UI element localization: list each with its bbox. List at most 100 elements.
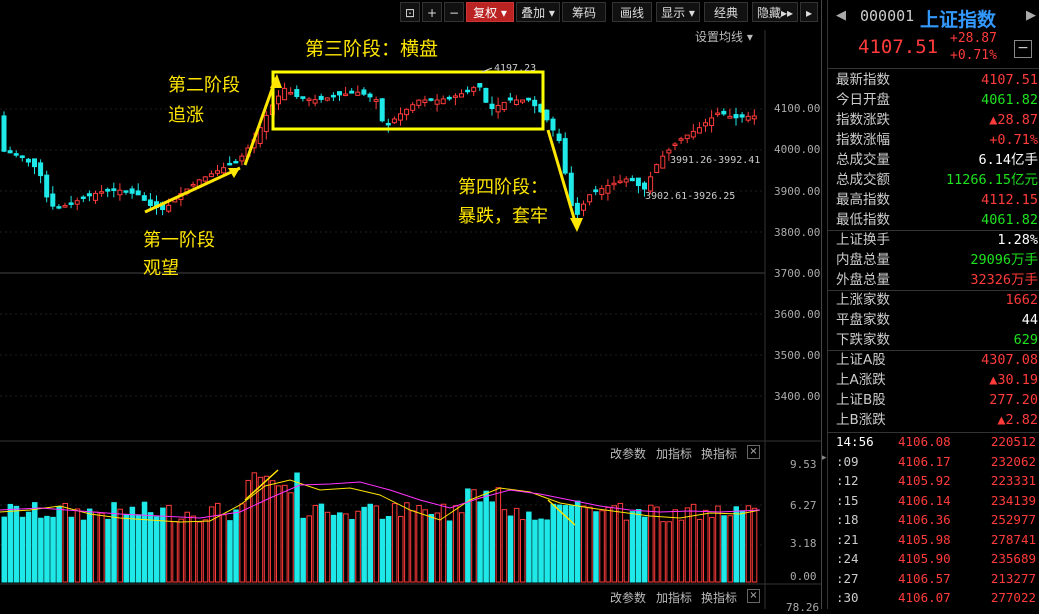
candle-body	[117, 189, 123, 196]
candle-body	[367, 93, 373, 98]
volume-bar	[452, 505, 459, 583]
candle-body	[221, 167, 227, 174]
candle-body	[501, 101, 507, 111]
bottom-add-indicator-link[interactable]: 加指标	[656, 589, 692, 606]
candle-body	[13, 153, 19, 156]
candle-body	[672, 143, 678, 146]
candle-body	[727, 115, 733, 119]
quote-row-value: 29096万手	[970, 252, 1038, 268]
volume-bar	[568, 505, 575, 583]
candle-body	[422, 99, 428, 104]
volume-bar	[361, 506, 367, 583]
candle-body	[129, 188, 135, 194]
quote-row: 上A涨跌 ▲30.19	[836, 370, 1039, 390]
quote-row-label: 指数涨幅	[836, 132, 890, 148]
candle-body	[38, 162, 44, 177]
zoom-in-icon[interactable]: +	[422, 2, 442, 22]
lock-icon[interactable]: ⊡	[400, 2, 420, 22]
quote-row-value: 4112.15	[981, 192, 1038, 208]
volume-bar	[86, 508, 93, 583]
fuquan-label: 复权	[473, 6, 498, 20]
volume-bar	[648, 504, 654, 583]
volume-bar	[446, 520, 453, 583]
volume-switch-indicator-link[interactable]: 换指标	[701, 445, 737, 462]
candle-body	[80, 196, 86, 200]
candle-body	[324, 97, 330, 101]
quote-row-value: 44	[1021, 312, 1038, 328]
volume-bar	[495, 487, 502, 583]
volume-edit-params-link[interactable]: 改参数	[610, 445, 646, 462]
quote-row-label: 外盘总量	[836, 272, 890, 288]
hide-label: 隐藏	[756, 6, 781, 20]
candle-body	[135, 190, 141, 196]
candle-body	[208, 173, 214, 178]
tick-row: :24 4105.90 235689	[836, 549, 1039, 568]
candle-body	[550, 118, 556, 131]
volume-bar	[288, 492, 294, 583]
kline-chart[interactable]: 4197.23 3991.26-3992.41 3902.61-3926.25	[0, 0, 822, 609]
tick-row: :09 4106.17 232062	[836, 452, 1039, 471]
candle-body	[349, 90, 355, 94]
hide-button[interactable]: 隐藏▸▸	[752, 2, 798, 22]
y-tick: 3800.00	[774, 226, 821, 239]
kline-chart-area[interactable]: 4197.23 3991.26-3992.41 3902.61-3926.25 …	[0, 0, 822, 614]
quote-row-label: 总成交量	[836, 152, 890, 168]
volume-bar	[538, 518, 544, 583]
quote-row: 最新指数 4107.51	[836, 70, 1039, 90]
volume-bar	[1, 516, 7, 583]
quote-row-label: 今日开盘	[836, 92, 890, 108]
quote-row-label: 最新指数	[836, 72, 890, 88]
zoom-out-icon[interactable]: −	[444, 2, 464, 22]
ma-setting-link[interactable]: 设置均线 ▾	[695, 28, 753, 45]
fuquan-button[interactable]: 复权 ▾	[466, 2, 514, 22]
volume-bar	[221, 514, 227, 583]
candle-body	[166, 204, 172, 212]
display-button[interactable]: 显示 ▾	[656, 2, 700, 22]
quote-row-value: 4061.82	[981, 92, 1038, 108]
volume-bar	[513, 507, 520, 583]
volume-bar	[227, 520, 233, 583]
candle-body	[459, 93, 464, 98]
prev-arrow-icon[interactable]: ▸	[800, 2, 818, 22]
bottom-switch-indicator-link[interactable]: 换指标	[701, 589, 737, 606]
bottom-close-icon[interactable]: ×	[747, 589, 760, 603]
panel-toggle-icon[interactable]: ▸	[822, 450, 827, 466]
candle-body	[74, 200, 80, 205]
candle-body	[391, 118, 397, 124]
quote-row-value: +0.71%	[989, 132, 1038, 148]
prev-stock-arrow-icon[interactable]: ◀	[836, 8, 846, 23]
candle-body	[642, 182, 647, 190]
overlay-label: 叠加	[521, 6, 546, 20]
volume-add-indicator-link[interactable]: 加指标	[656, 445, 692, 462]
volume-bar	[385, 515, 392, 583]
volume-bar	[99, 512, 105, 583]
quote-row-value: 629	[1013, 332, 1038, 348]
volume-bar	[135, 514, 142, 583]
tick-row: :30 4106.07 277022	[836, 588, 1039, 607]
overlay-button[interactable]: 叠加 ▾	[516, 2, 560, 22]
volume-bar	[147, 512, 154, 583]
candle-body	[739, 114, 745, 118]
volume-bar	[178, 518, 184, 583]
draw-line-button[interactable]: 画线	[612, 2, 652, 22]
collapse-icon[interactable]: −	[1014, 40, 1032, 58]
chips-button[interactable]: 筹码	[562, 2, 606, 22]
bottom-edit-params-link[interactable]: 改参数	[610, 589, 646, 606]
volume-bar	[184, 511, 190, 583]
classic-button[interactable]: 经典	[704, 2, 748, 22]
candle-body	[379, 98, 385, 122]
volume-bar	[355, 510, 361, 583]
volume-close-icon[interactable]: ×	[747, 445, 760, 459]
volume-bar	[324, 511, 331, 583]
next-stock-arrow-icon[interactable]: ▶	[1026, 8, 1036, 23]
candle-body	[62, 205, 68, 208]
volume-bar	[373, 505, 380, 583]
stage1-annotation-line2: 观望	[143, 258, 179, 279]
quote-row-label: 总成交额	[836, 172, 890, 188]
volume-bar	[80, 519, 87, 583]
quote-row: 外盘总量 32326万手	[836, 270, 1039, 290]
candle-body	[306, 98, 312, 101]
volume-bar	[154, 516, 160, 583]
tick-vol: 232062	[990, 453, 1036, 469]
quote-row: 指数涨跌 ▲28.87	[836, 110, 1039, 130]
